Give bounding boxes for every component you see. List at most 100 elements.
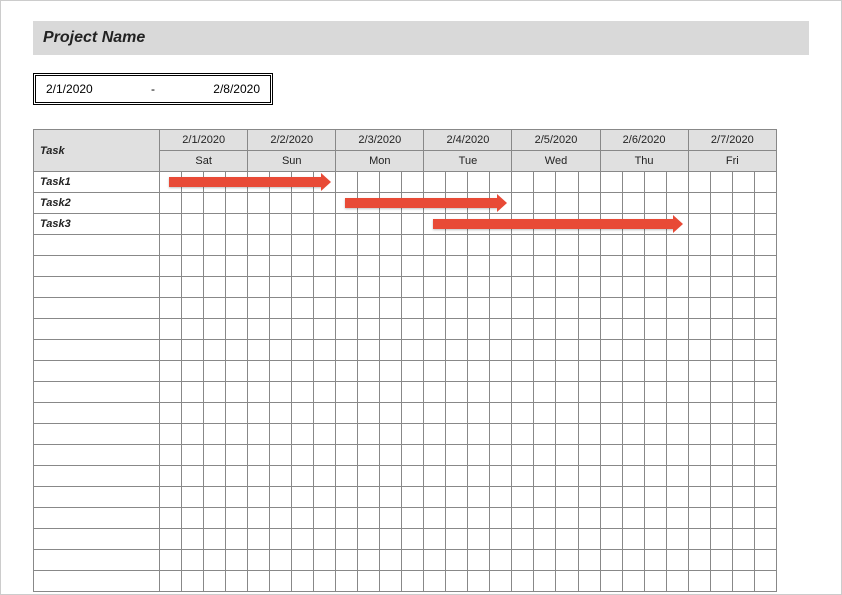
grid-cell xyxy=(380,361,402,382)
grid-cell xyxy=(600,403,622,424)
date-header-5: 2/6/2020 xyxy=(600,130,688,151)
grid-cell xyxy=(688,382,710,403)
grid-cell xyxy=(424,466,446,487)
grid-cell xyxy=(754,172,776,193)
grid-cell xyxy=(512,529,534,550)
grid-cell xyxy=(248,235,270,256)
grid-cell xyxy=(226,550,248,571)
grid-cell xyxy=(292,382,314,403)
grid-cell xyxy=(446,214,468,235)
grid-cell xyxy=(578,193,600,214)
grid-cell xyxy=(468,340,490,361)
grid-cell xyxy=(512,550,534,571)
grid-cell xyxy=(358,508,380,529)
grid-cell xyxy=(204,319,226,340)
grid-cell xyxy=(600,529,622,550)
grid-cell xyxy=(446,487,468,508)
grid-cell xyxy=(182,256,204,277)
grid-cell xyxy=(622,529,644,550)
grid-cell xyxy=(160,340,182,361)
grid-cell xyxy=(512,193,534,214)
grid-cell xyxy=(336,193,358,214)
grid-cell xyxy=(622,256,644,277)
grid-cell xyxy=(512,403,534,424)
grid-cell xyxy=(226,403,248,424)
grid-cell xyxy=(270,298,292,319)
grid-cell xyxy=(380,550,402,571)
grid-cell xyxy=(600,361,622,382)
grid-cell xyxy=(556,403,578,424)
grid-cell xyxy=(204,256,226,277)
grid-cell xyxy=(732,382,754,403)
grid-cell xyxy=(578,445,600,466)
grid-cell xyxy=(248,466,270,487)
grid-cell xyxy=(754,529,776,550)
grid-cell xyxy=(578,487,600,508)
grid-cell xyxy=(468,319,490,340)
grid-cell xyxy=(512,508,534,529)
grid-cell xyxy=(380,487,402,508)
grid-cell xyxy=(446,172,468,193)
grid-cell xyxy=(182,193,204,214)
grid-cell xyxy=(556,487,578,508)
grid-cell xyxy=(424,550,446,571)
grid-cell xyxy=(754,256,776,277)
grid-cell xyxy=(688,214,710,235)
page: Project Name 2/1/2020 - 2/8/2020 Task2/1… xyxy=(0,0,842,595)
grid-cell xyxy=(732,277,754,298)
grid-cell xyxy=(402,445,424,466)
grid-cell xyxy=(468,466,490,487)
task-name-cell xyxy=(34,403,160,424)
grid-cell xyxy=(402,277,424,298)
grid-cell xyxy=(292,403,314,424)
grid-cell xyxy=(380,214,402,235)
grid-cell xyxy=(204,193,226,214)
grid-cell xyxy=(534,235,556,256)
task-name-cell xyxy=(34,298,160,319)
grid-cell xyxy=(600,256,622,277)
grid-cell xyxy=(446,550,468,571)
grid-cell xyxy=(600,487,622,508)
grid-cell xyxy=(226,487,248,508)
grid-cell xyxy=(160,382,182,403)
grid-cell xyxy=(666,193,688,214)
grid-cell xyxy=(468,172,490,193)
grid-cell xyxy=(182,529,204,550)
grid-cell xyxy=(578,235,600,256)
task-name-cell xyxy=(34,235,160,256)
grid-cell xyxy=(512,298,534,319)
grid-cell xyxy=(468,403,490,424)
grid-cell xyxy=(644,256,666,277)
grid-cell xyxy=(710,382,732,403)
grid-cell xyxy=(402,529,424,550)
grid-cell xyxy=(424,277,446,298)
grid-cell xyxy=(270,487,292,508)
grid-cell xyxy=(446,571,468,592)
grid-cell xyxy=(160,508,182,529)
day-header-3: Tue xyxy=(424,151,512,172)
grid-cell xyxy=(578,508,600,529)
grid-cell xyxy=(402,466,424,487)
grid-cell xyxy=(534,445,556,466)
grid-cell xyxy=(622,424,644,445)
task-name-cell: Task1 xyxy=(34,172,160,193)
grid-cell xyxy=(754,382,776,403)
grid-cell xyxy=(710,277,732,298)
grid-cell xyxy=(468,445,490,466)
grid-cell xyxy=(644,277,666,298)
grid-cell xyxy=(292,277,314,298)
grid-cell xyxy=(424,298,446,319)
day-header-2: Mon xyxy=(336,151,424,172)
grid-cell xyxy=(182,172,204,193)
grid-cell xyxy=(270,403,292,424)
grid-cell xyxy=(600,382,622,403)
grid-cell xyxy=(622,445,644,466)
grid-cell xyxy=(314,172,336,193)
grid-cell xyxy=(204,214,226,235)
grid-cell xyxy=(754,508,776,529)
grid-cell xyxy=(534,466,556,487)
grid-cell xyxy=(556,508,578,529)
grid-cell xyxy=(666,424,688,445)
grid-cell xyxy=(666,529,688,550)
day-header-4: Wed xyxy=(512,151,600,172)
